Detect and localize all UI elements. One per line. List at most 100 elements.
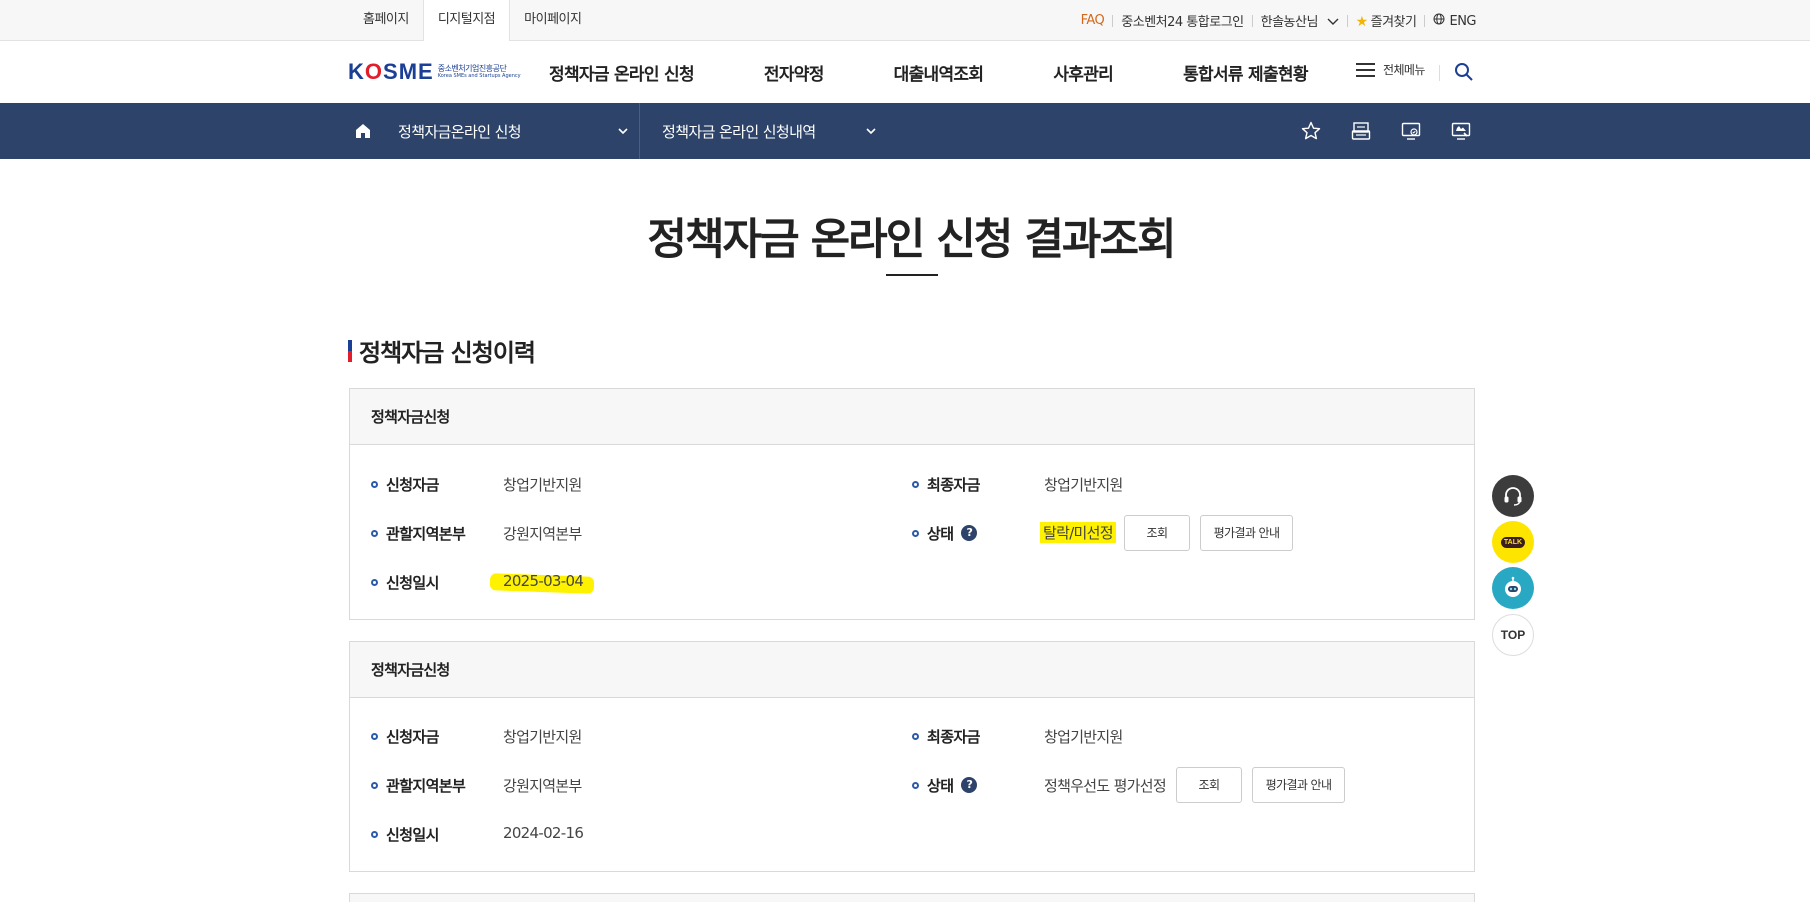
label-text: 관할지역본부 [386,524,466,543]
field-apply-fund: 신청자금 [371,721,439,751]
label-text: 관할지역본부 [386,776,466,795]
field-label: 신청일시 [371,824,439,845]
star-outline-icon[interactable] [1300,120,1322,142]
category-select[interactable]: 정책자금온라인 신청 [398,103,640,159]
chatbot-button[interactable] [1492,567,1534,609]
divider [1251,14,1253,27]
language-label: ENG [1449,13,1476,29]
page-select-label: 정책자금 온라인 신청내역 [662,122,816,141]
robot-icon [1505,576,1521,597]
tab-mypage[interactable]: 마이페이지 [510,0,595,41]
hamburger-icon [1356,62,1375,78]
field-status: 상태? [912,518,978,548]
field-region: 관할지역본부 [371,518,466,548]
date-value: 2024-02-16 [503,824,584,842]
page-tools [1300,120,1472,142]
screen-capture-icon[interactable] [1450,120,1472,142]
label-text: 신청일시 [386,825,439,844]
field-status: 상태? [912,770,978,800]
view-button[interactable]: 조회 [1124,515,1190,551]
tab-homepage[interactable]: 홈페이지 [349,0,423,41]
section-title: 정책자금 신청이력 [348,333,536,368]
apply-fund-value: 창업기반지원 [503,476,582,494]
divider [1112,14,1114,27]
favorites-label: 즐겨찾기 [1370,15,1417,30]
global-nav: 정책자금 온라인 신청 전자약정 대출내역조회 사후관리 통합서류 제출현황 [549,41,1309,103]
customer-center-button[interactable] [1492,475,1534,517]
user-menu[interactable]: 한솔농산님 [1261,11,1339,30]
search-icon[interactable] [1454,62,1474,82]
field-label: 상태? [912,523,978,544]
field-final-fund: 최종자금 [912,721,980,751]
field-label: 신청자금 [371,474,439,495]
bullet-icon [371,529,378,537]
bullet-icon [371,578,378,586]
label-text: 신청자금 [386,727,439,746]
field-apply-fund: 신청자금 [371,469,439,499]
kosme-logo[interactable]: KOSME 중소벤처기업진흥공단 Korea SMEs and Startups… [348,59,521,85]
apply-fund-value: 창업기반지원 [503,728,582,746]
help-icon[interactable]: ? [961,777,978,793]
bullet-icon [912,480,919,488]
chevron-down-icon [618,127,628,134]
chevron-down-icon [866,127,876,134]
field-date: 신청일시 [371,819,439,849]
tab-digital-branch[interactable]: 디지털지점 [422,0,511,42]
help-icon[interactable]: ? [961,525,978,541]
gnb-document-status[interactable]: 통합서류 제출현황 [1183,60,1308,85]
favorites-link[interactable]: ★ 즐겨찾기 [1356,11,1417,30]
label-text: 신청일시 [386,573,439,592]
label-text: 상태 [927,524,954,543]
site-tabs: 홈페이지 디지털지점 마이페이지 [349,0,595,42]
title-underline [886,274,938,276]
gnb-post-management[interactable]: 사후관리 [1053,60,1113,85]
all-menu-button[interactable]: 전체메뉴 [1356,61,1425,78]
main-header: KOSME 중소벤처기업진흥공단 Korea SMEs and Startups… [0,41,1810,103]
application-record-card: 정책자금신청 신청자금 창업기반지원 최종자금 창업기반지원 관할지역본부 강원… [349,641,1475,872]
print-icon[interactable] [1350,120,1372,142]
logo-subtitle: 중소벤처기업진흥공단 Korea SMEs and Startups Agenc… [438,65,521,79]
label-text: 상태 [927,776,954,795]
gnb-loan-history[interactable]: 대출내역조회 [894,60,984,85]
home-icon[interactable] [354,122,372,140]
gnb-e-contract[interactable]: 전자약정 [764,60,824,85]
scroll-top-button[interactable]: TOP [1492,614,1534,656]
evaluation-guide-button[interactable]: 평가결과 안내 [1200,515,1293,551]
bullet-icon [371,781,378,789]
field-region: 관할지역본부 [371,770,466,800]
kakao-talk-icon: TALK [1500,536,1526,548]
status-value: 정책우선도 평가선정 [1044,777,1167,795]
field-label: 최종자금 [912,474,980,495]
divider [1424,14,1426,27]
field-date: 신청일시 [371,567,439,597]
bullet-icon [912,781,919,789]
logo-english-name: Korea SMEs and Startups Agency [437,73,521,79]
globe-icon [1433,13,1445,24]
bullet-icon [371,830,378,838]
evaluation-guide-button[interactable]: 평가결과 안내 [1252,767,1345,803]
logo-wordmark: KOSME [348,59,434,84]
divider [1439,65,1440,81]
login-link[interactable]: 중소벤처24 통합로그인 [1121,11,1244,30]
category-select-label: 정책자금온라인 신청 [398,122,522,141]
card-header: 정책자금신청 [350,642,1474,698]
region-value: 강원지역본부 [503,525,582,543]
field-final-fund: 최종자금 [912,469,980,499]
divider [639,103,640,159]
view-button[interactable]: 조회 [1176,767,1242,803]
field-label: 상태? [912,775,978,796]
screen-share-icon[interactable] [1400,120,1422,142]
faq-link[interactable]: FAQ [1081,13,1105,28]
page-select[interactable]: 정책자금 온라인 신청내역 [662,103,880,159]
label-text: 신청자금 [386,475,439,494]
bullet-icon [371,732,378,740]
application-record-card: 정책자금신청 신청자금 창업기반지원 최종자금 창업기반지원 관할지역본부 강원… [349,388,1475,620]
chevron-down-icon [1327,18,1339,25]
logo-korean-name: 중소벤처기업진흥공단 [437,64,507,73]
headset-icon [1504,487,1522,506]
field-label: 신청일시 [371,572,439,593]
kakao-talk-button[interactable]: TALK [1492,521,1534,563]
gnb-online-apply[interactable]: 정책자금 온라인 신청 [549,60,695,85]
section-title-text: 정책자금 신청이력 [359,339,536,367]
language-link[interactable]: ENG [1433,13,1476,29]
